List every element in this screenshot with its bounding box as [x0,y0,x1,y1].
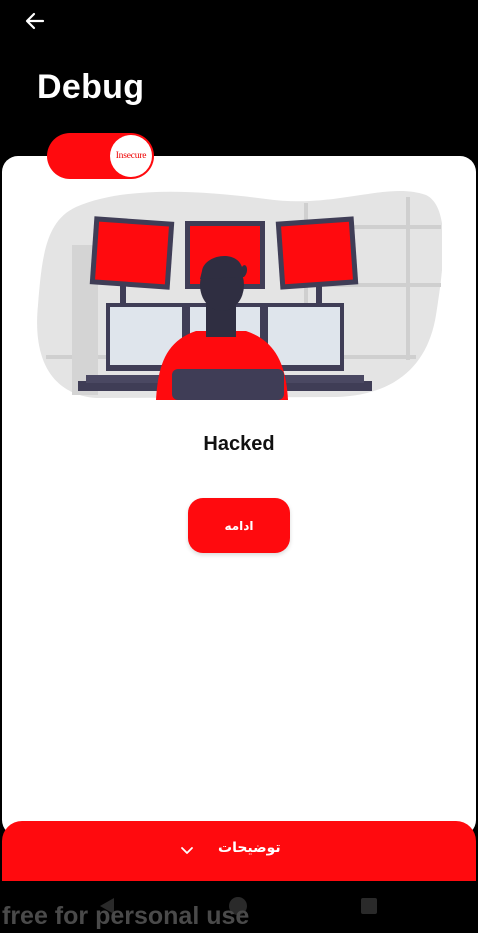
badge-label: Insecure [115,151,147,161]
back-button[interactable] [20,6,50,36]
watermark-text: free for personal use [2,902,250,930]
security-status-badge: Insecure [47,133,154,179]
details-label: توضیحات [218,839,281,855]
arrow-left-icon [25,12,45,30]
hacker-at-monitors-illustration [37,190,442,400]
badge-knob: Insecure [110,135,152,177]
nav-recents-icon[interactable] [361,898,377,914]
continue-button[interactable]: ادامه [188,498,290,553]
chevron-down-icon [181,847,193,854]
page-title: Debug [37,68,145,106]
details-bar[interactable]: توضیحات [2,821,476,881]
status-title: Hacked [203,433,275,455]
